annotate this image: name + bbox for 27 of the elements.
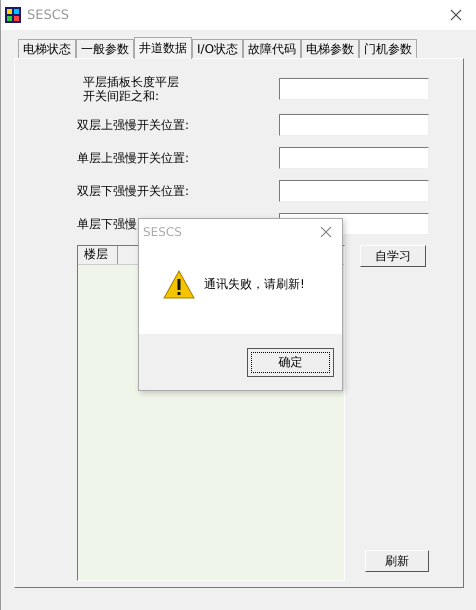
- warning-icon: [163, 270, 195, 300]
- tab[interactable]: 故障代码: [243, 39, 302, 58]
- input-field[interactable]: [279, 180, 429, 202]
- close-icon[interactable]: [320, 226, 332, 238]
- field-label: 双层上强慢开关位置:: [77, 118, 190, 132]
- input-field[interactable]: [279, 114, 429, 136]
- ok-button[interactable]: 确定: [247, 348, 334, 376]
- self-learn-button[interactable]: 自学习: [360, 245, 426, 267]
- field-label: 单层下强慢: [77, 217, 137, 231]
- refresh-button[interactable]: 刷新: [365, 550, 429, 572]
- tab[interactable]: 电梯参数: [301, 39, 360, 58]
- dialog-message: 通讯失败，请刷新!: [204, 276, 305, 293]
- field-label: 平层插板长度平层开关间距之和:: [82, 75, 180, 103]
- app-icon: [5, 7, 21, 23]
- tab[interactable]: 一般参数: [76, 39, 134, 58]
- column-header[interactable]: 楼层: [78, 246, 118, 264]
- field-label: 单层上强慢开关位置:: [77, 151, 190, 165]
- window-title: SESCS: [27, 8, 70, 22]
- tab[interactable]: 井道数据: [134, 37, 192, 59]
- tab[interactable]: 电梯状态: [18, 39, 76, 58]
- close-icon[interactable]: [450, 9, 462, 21]
- field-label: 双层下强慢开关位置:: [77, 184, 190, 198]
- tab[interactable]: 门机参数: [359, 39, 418, 58]
- tab[interactable]: I/O状态: [192, 39, 244, 58]
- input-field[interactable]: [279, 147, 429, 169]
- dialog-title: SESCS: [143, 225, 182, 239]
- input-field[interactable]: [279, 78, 429, 100]
